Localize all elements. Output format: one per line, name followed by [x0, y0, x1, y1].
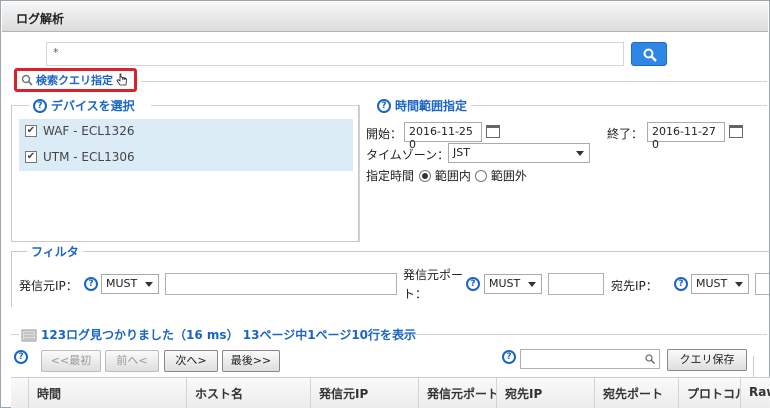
time-box-rule	[465, 105, 767, 106]
radio-unselected-icon[interactable]	[475, 170, 487, 182]
timezone-value: JST	[453, 146, 470, 159]
time-mode-outside-label: 範囲外	[490, 169, 527, 183]
results-rule	[11, 334, 19, 335]
results-summary-text: 123ログ見つかりました（16 ms） 13ページ中1ページ10行を表示	[41, 328, 417, 342]
time-mode-outside[interactable]: 範囲外	[475, 167, 527, 184]
dst-ip-match-select[interactable]: MUST	[691, 274, 749, 294]
help-icon[interactable]: ?	[466, 277, 480, 291]
src-ip-match-value: MUST	[106, 277, 138, 290]
log-search-input[interactable]	[520, 349, 660, 369]
chevron-down-icon	[735, 282, 743, 287]
next-page-button[interactable]: 次へ>	[164, 350, 218, 372]
src-port-label: 発信元ポー	[403, 268, 464, 282]
search-input[interactable]: *	[46, 42, 624, 66]
src-ip-input[interactable]	[165, 273, 397, 295]
checkbox-checked-icon[interactable]: ✔	[25, 125, 37, 137]
column-header-protocol[interactable]: プロトコル	[679, 378, 741, 408]
section-divider	[141, 81, 767, 82]
src-ip-label: 発信元IP：	[19, 279, 78, 293]
search-icon	[645, 354, 655, 364]
time-mode-label: 指定時間	[366, 169, 415, 183]
device-item-label: UTM - ECL1306	[43, 150, 135, 164]
log-list-icon	[21, 329, 37, 341]
column-header-raw[interactable]: Raw	[741, 378, 770, 408]
start-label: 開始：	[366, 127, 403, 141]
src-port-match-value: MUST	[489, 277, 521, 290]
filter-heading: フィルタ	[27, 243, 83, 260]
device-item-label: WAF - ECL1326	[43, 124, 135, 138]
timezone-label: タイムゾーン：	[366, 148, 450, 162]
magnifier-icon	[21, 74, 33, 86]
results-rule	[395, 334, 767, 335]
save-query-button[interactable]: クエリ保存	[667, 349, 747, 371]
timezone-select[interactable]: JST	[448, 143, 590, 163]
query-spec-label: 検索クエリ指定	[36, 74, 113, 87]
window-title: ログ解析	[16, 12, 65, 26]
panel-divider	[359, 105, 360, 242]
help-icon[interactable]: ?	[33, 98, 47, 113]
help-icon[interactable]: ?	[377, 98, 391, 113]
time-range-heading-label: 時間範囲指定	[395, 99, 468, 113]
device-heading-label: デバイスを選択	[51, 99, 135, 113]
dst-ip-input[interactable]	[755, 273, 769, 295]
row-selector-column	[11, 378, 29, 408]
start-date-field[interactable]: 2016-11-25 0	[404, 122, 482, 151]
first-page-button[interactable]: <<最初	[41, 350, 101, 372]
results-summary: 123ログ見つかりました（16 ms） 13ページ中1ページ10行を表示	[21, 326, 416, 343]
column-header-time[interactable]: 時間	[29, 378, 187, 408]
src-port-input[interactable]	[548, 273, 604, 295]
dst-ip-match-value: MUST	[696, 277, 728, 290]
src-ip-match-select[interactable]: MUST	[101, 274, 159, 294]
src-port-match-select[interactable]: MUST	[484, 274, 542, 294]
calendar-icon[interactable]	[486, 125, 500, 138]
help-icon[interactable]: ?	[14, 350, 28, 364]
column-header-dst-port[interactable]: 宛先ポート	[595, 378, 679, 408]
help-icon[interactable]: ?	[84, 277, 98, 291]
search-icon	[643, 48, 657, 62]
column-header-hostname[interactable]: ホスト名	[187, 378, 311, 408]
calendar-icon[interactable]	[729, 125, 743, 138]
time-mode-inside[interactable]: 範囲内	[419, 167, 471, 184]
column-header-dst-ip[interactable]: 宛先IP	[497, 378, 595, 408]
window-titlebar: ログ解析	[2, 2, 768, 32]
help-icon[interactable]: ?	[674, 277, 688, 291]
device-heading: ? デバイスを選択	[29, 97, 139, 114]
search-button[interactable]	[631, 42, 667, 66]
chevron-down-icon	[145, 282, 153, 287]
time-range-heading: ? 時間範囲指定	[373, 97, 472, 114]
src-port-label-cont: ト：	[403, 287, 428, 301]
device-list: ✔ WAF - ECL1326 ✔ UTM - ECL1306	[19, 119, 353, 171]
end-label: 終了：	[607, 127, 644, 141]
end-date-field[interactable]: 2016-11-27 0	[647, 122, 725, 151]
dst-ip-label: 宛先IP：	[611, 279, 658, 293]
column-header-src-port[interactable]: 発信元ポート	[419, 378, 497, 408]
radio-selected-icon[interactable]	[419, 170, 431, 182]
query-spec-toggle[interactable]: 検索クエリ指定	[14, 68, 137, 92]
prev-page-button[interactable]: 前へ<	[105, 350, 159, 372]
chevron-down-icon	[576, 151, 584, 156]
time-mode-inside-label: 範囲内	[434, 169, 471, 183]
results-table-header: 時間 ホスト名 発信元IP 発信元ポート 宛先IP 宛先ポート プロトコル Ra…	[11, 377, 770, 408]
log-analysis-window: ログ解析 * 検索クエリ指定 ? デバイスを選択 ✔ WAF - ECL1326…	[0, 0, 770, 408]
chevron-down-icon	[528, 282, 536, 287]
last-page-button[interactable]: 最後>>	[222, 350, 280, 372]
column-header-src-ip[interactable]: 発信元IP	[311, 378, 419, 408]
help-icon[interactable]: ?	[502, 350, 516, 364]
hand-cursor-icon	[116, 73, 127, 86]
device-item[interactable]: ✔ UTM - ECL1306	[25, 146, 135, 168]
checkbox-checked-icon[interactable]: ✔	[25, 151, 37, 163]
device-item[interactable]: ✔ WAF - ECL1326	[25, 120, 134, 142]
